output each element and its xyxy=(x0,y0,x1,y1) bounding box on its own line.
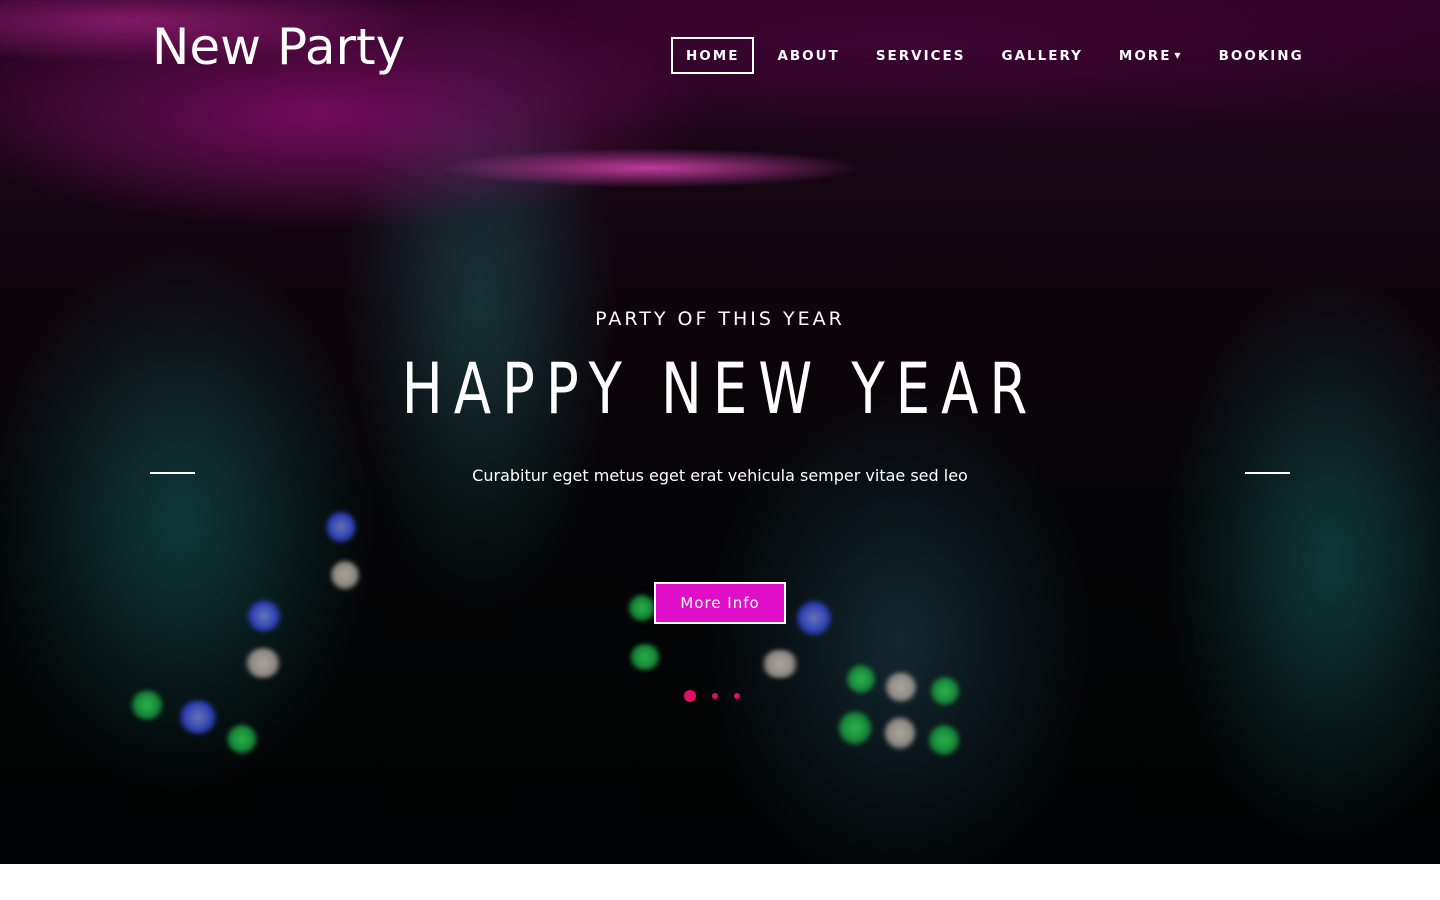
hero-headline: HAPPY NEW YEAR xyxy=(401,348,1039,430)
hero-kicker: PARTY OF THIS YEAR xyxy=(595,308,845,330)
nav-item-services[interactable]: Services xyxy=(863,37,979,74)
hero-banner: New Party Home About Services Gallery Mo… xyxy=(0,0,1440,864)
hero-subtext: Curabitur eget metus eget erat vehicula … xyxy=(472,466,968,485)
slider-dots xyxy=(684,690,756,702)
main-nav: Home About Services Gallery More ▼ Booki… xyxy=(671,37,1327,74)
hero-overlay xyxy=(0,0,1440,864)
right-divider xyxy=(1245,472,1290,474)
nav-item-more[interactable]: More ▼ xyxy=(1106,37,1196,74)
nav-item-about[interactable]: About xyxy=(764,37,852,74)
slider-dot-3[interactable] xyxy=(734,693,740,699)
more-info-button[interactable]: More Info xyxy=(654,582,786,624)
nav-item-home[interactable]: Home xyxy=(671,37,755,74)
slider-dot-2[interactable] xyxy=(712,693,718,699)
site-logo[interactable]: New Party xyxy=(152,18,405,76)
nav-item-gallery[interactable]: Gallery xyxy=(989,37,1096,74)
nav-item-more-label: More xyxy=(1118,47,1172,64)
nav-item-booking[interactable]: Booking xyxy=(1206,37,1317,74)
slider-dot-1[interactable] xyxy=(684,690,696,702)
caret-down-icon: ▼ xyxy=(1174,51,1183,60)
